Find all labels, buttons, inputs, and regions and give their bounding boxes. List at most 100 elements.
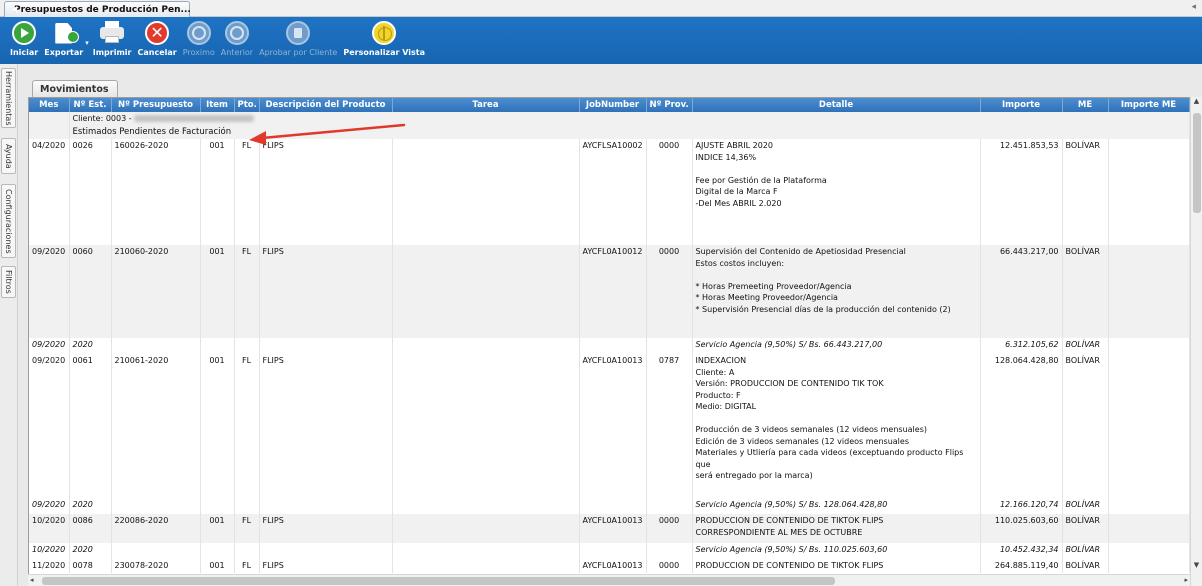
side-tab-settings[interactable]: Configuraciones (1, 184, 16, 258)
cell-tarea (392, 498, 580, 514)
cell-presupuesto: 210060-2020 (111, 245, 201, 338)
group-row-subtitle[interactable]: Estimados Pendientes de Facturación (29, 125, 1190, 139)
cell-item: 001 (200, 139, 235, 245)
export-dropdown-icon[interactable]: ▾ (85, 39, 89, 47)
col-header-prov[interactable]: Nº Prov. (646, 98, 693, 112)
scroll-left-icon[interactable]: ◂ (30, 576, 34, 584)
cell-importe-me (1108, 498, 1190, 514)
scroll-up-icon[interactable]: ▲ (1191, 97, 1202, 109)
customize-view-button[interactable]: Personalizar Vista (343, 17, 425, 63)
cell-jobnumber: AYCFLSA10002 (579, 139, 647, 245)
cell-est: 0061 (69, 354, 112, 498)
group-row-client[interactable]: Cliente: 0003 - (29, 112, 1190, 126)
cell-detalle: Supervisión del Contenido de Apetiosidad… (692, 245, 981, 338)
cell-jobnumber (579, 543, 647, 559)
scroll-down-icon[interactable]: ▼ (1191, 561, 1202, 573)
table-row[interactable]: 11/2020 0078 230078-2020 001 FL FLIPS AYCFL0A1… (29, 559, 1190, 573)
cell-item: 001 (200, 559, 235, 573)
cell-importe-me (1108, 514, 1190, 543)
cell-item: 001 (200, 245, 235, 338)
tab-movements[interactable]: Movimientos (32, 80, 118, 97)
horizontal-scrollbar[interactable]: ◂ ▸ (28, 574, 1190, 586)
cell-item (200, 338, 235, 354)
cell-est: 2020 (69, 338, 112, 354)
cell-detalle: Servicio Agencia (9,50%) S/ Bs. 66.443.2… (692, 338, 981, 354)
side-tab-tools[interactable]: Herramientas (1, 68, 16, 128)
side-tab-help[interactable]: Ayuda (1, 138, 16, 174)
cell-descripcion (259, 498, 393, 514)
col-header-item[interactable]: Item (200, 98, 235, 112)
tab-scroll-icon[interactable]: ◂ (1191, 2, 1196, 12)
ribbon-toolbar: Iniciar Exportar ▾ Imprimir ✕ Cancelar P… (0, 17, 1202, 64)
table-row[interactable]: 04/2020 0026 160026-2020 001 FL FLIPS AYCFLSA1… (29, 139, 1190, 245)
col-header-importe[interactable]: Importe (980, 98, 1063, 112)
col-header-est[interactable]: Nº Est. (69, 98, 112, 112)
vertical-scrollbar[interactable]: ▲ ▼ (1190, 97, 1202, 586)
cell-prov: 0787 (646, 354, 693, 498)
cell-mes: 11/2020 (29, 559, 70, 573)
side-tab-filters[interactable]: Filtros (1, 266, 16, 298)
cell-me: BOLÍVAR (1062, 338, 1109, 354)
side-tab-settings-label: Configuraciones (4, 188, 13, 254)
cancel-button[interactable]: ✕ Cancelar (137, 17, 177, 63)
vertical-scroll-thumb[interactable] (1193, 113, 1201, 213)
table-row[interactable]: 09/2020 0061 210061-2020 001 FL FLIPS AYCFL0A1… (29, 354, 1190, 498)
table-row[interactable]: 09/2020 0060 210060-2020 001 FL FLIPS AYCFL0A1… (29, 245, 1190, 338)
cell-importe-me (1108, 139, 1190, 245)
table-row[interactable]: 09/2020 2020 Servicio Agencia (9,50%) S/ B… (29, 338, 1190, 354)
col-header-jobnumber[interactable]: JobNumber (579, 98, 647, 112)
col-header-detalle[interactable]: Detalle (692, 98, 981, 112)
document-tab[interactable]: Presupuestos de Producción Pen... (4, 1, 191, 17)
cell-importe-me (1108, 338, 1190, 354)
cell-descripcion: FLIPS (259, 139, 393, 245)
cell-mes: 09/2020 (29, 498, 70, 514)
cell-presupuesto (111, 338, 201, 354)
cell-prov (646, 338, 693, 354)
horizontal-scroll-thumb[interactable] (42, 577, 835, 585)
cell-tarea (392, 559, 580, 573)
side-tab-help-label: Ayuda (4, 143, 13, 169)
print-button[interactable]: Imprimir (93, 17, 131, 63)
cell-est: 0078 (69, 559, 112, 573)
cell-prov (646, 498, 693, 514)
table-row[interactable]: 10/2020 0086 220086-2020 001 FL FLIPS AYCFL0A1… (29, 514, 1190, 543)
export-button-label: Exportar (44, 48, 84, 57)
cell-descripcion (259, 543, 393, 559)
cell-me: BOLÍVAR (1062, 245, 1109, 338)
cell-me: BOLÍVAR (1062, 514, 1109, 543)
cell-prov: 0000 (646, 139, 693, 245)
cell-est: 0060 (69, 245, 112, 338)
table-row[interactable]: 10/2020 2020 Servicio Agencia (9,50%) S/ B… (29, 543, 1190, 559)
cell-prov (646, 543, 693, 559)
previous-button[interactable]: Anterior (221, 17, 253, 63)
redacted-client-name (134, 115, 255, 122)
cell-jobnumber (579, 338, 647, 354)
cell-importe: 110.025.603,60 (980, 514, 1063, 543)
cell-pto: FL (234, 139, 260, 245)
table-row[interactable]: 09/2020 2020 Servicio Agencia (9,50%) S/ B… (29, 498, 1190, 514)
approve-icon (286, 21, 311, 45)
col-header-importe-me[interactable]: Importe ME (1108, 98, 1190, 112)
approve-button-label: Aprobar por Cliente (259, 48, 338, 57)
cell-detalle: PRODUCCION DE CONTENIDO DE TIKTOK FLIPS (692, 559, 981, 573)
col-header-tarea[interactable]: Tarea (392, 98, 580, 112)
col-header-pto[interactable]: Pto. (234, 98, 260, 112)
customize-view-button-label: Personalizar Vista (343, 48, 425, 57)
cell-prov: 0000 (646, 245, 693, 338)
start-button[interactable]: Iniciar (10, 17, 38, 63)
col-header-me[interactable]: ME (1062, 98, 1109, 112)
cell-detalle: Servicio Agencia (9,50%) S/ Bs. 128.064.… (692, 498, 981, 514)
scroll-right-icon[interactable]: ▸ (1184, 576, 1188, 584)
cell-presupuesto: 160026-2020 (111, 139, 201, 245)
cell-tarea (392, 543, 580, 559)
col-header-presupuesto[interactable]: Nº Presupuesto (111, 98, 201, 112)
col-header-descripcion[interactable]: Descripción del Producto (259, 98, 393, 112)
approve-by-client-button[interactable]: Aprobar por Cliente (259, 17, 337, 63)
cell-pto: FL (234, 354, 260, 498)
col-header-mes[interactable]: Mes (29, 98, 70, 112)
cell-presupuesto (111, 543, 201, 559)
export-button[interactable]: Exportar (44, 17, 83, 63)
cell-item (200, 498, 235, 514)
next-button[interactable]: Proximo (183, 17, 215, 63)
cell-est: 0026 (69, 139, 112, 245)
